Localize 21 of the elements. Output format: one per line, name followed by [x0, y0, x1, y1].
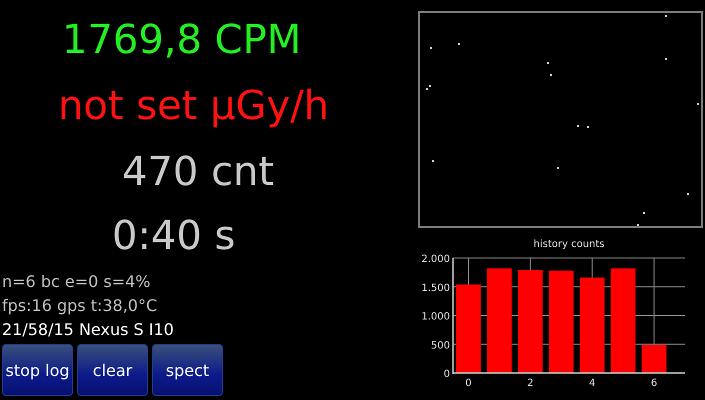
x-tick-label: 2: [527, 378, 534, 389]
y-tick-label: 500: [430, 340, 450, 352]
y-tick-label: 0: [444, 369, 450, 380]
x-tick-label: 6: [650, 378, 658, 389]
count-rate: 1769,8 CPM: [62, 16, 302, 64]
y-tick-label: 1.000: [421, 312, 450, 322]
status-line: 21/58/15 Nexus S I10: [1, 319, 174, 341]
x-tick-label: 4: [589, 378, 596, 389]
chart-title: history counts: [534, 239, 604, 250]
action-button[interactable]: clear: [77, 344, 148, 396]
bar: [642, 344, 666, 373]
y-tick-label: 2.000: [421, 254, 450, 265]
status-line: fps:16 gps t:38,0°C: [1, 295, 158, 317]
action-button[interactable]: spect: [152, 344, 223, 396]
y-tick-label: 1.500: [421, 282, 450, 294]
total-count: 470 cnt: [122, 148, 274, 196]
elapsed-time: 0:40 s: [112, 212, 236, 260]
action-button[interactable]: stop log: [2, 344, 73, 396]
dose-rate: not set µGy/h: [58, 82, 330, 130]
x-tick-label: 0: [465, 378, 472, 389]
status-line: n=6 bc e=0 s=4%: [1, 271, 150, 293]
